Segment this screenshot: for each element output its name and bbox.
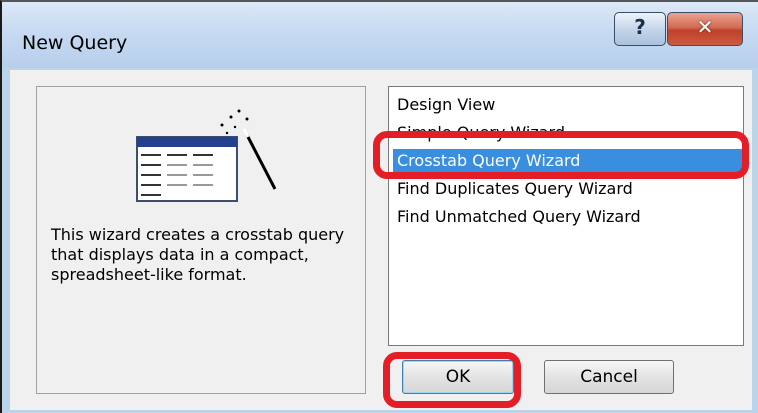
selection-highlight-annotation — [373, 131, 749, 179]
close-icon: ✕ — [696, 15, 714, 39]
wizard-description: This wizard creates a crosstab query tha… — [51, 225, 345, 284]
list-item-design-view[interactable]: Design View — [393, 93, 743, 117]
list-item-find-duplicates-query-wizard[interactable]: Find Duplicates Query Wizard — [393, 177, 743, 201]
dialog-body: This wizard creates a crosstab query tha… — [10, 70, 752, 410]
list-item-find-unmatched-query-wizard[interactable]: Find Unmatched Query Wizard — [393, 205, 743, 229]
ok-highlight-annotation — [383, 352, 521, 408]
title-bar[interactable]: New Query ? ✕ — [2, 2, 758, 68]
magic-wand-table-icon — [136, 109, 277, 202]
wizard-info-panel: This wizard creates a crosstab query tha… — [36, 86, 366, 394]
cancel-button[interactable]: Cancel — [544, 360, 674, 394]
close-button[interactable]: ✕ — [667, 12, 743, 46]
help-icon: ? — [634, 15, 646, 39]
new-query-dialog: New Query ? ✕ This wizard creates a cros… — [0, 0, 758, 413]
help-button[interactable]: ? — [614, 12, 666, 46]
query-type-list[interactable]: Design View Simple Query Wizard Crosstab… — [388, 86, 744, 346]
dialog-title: New Query — [22, 32, 128, 54]
